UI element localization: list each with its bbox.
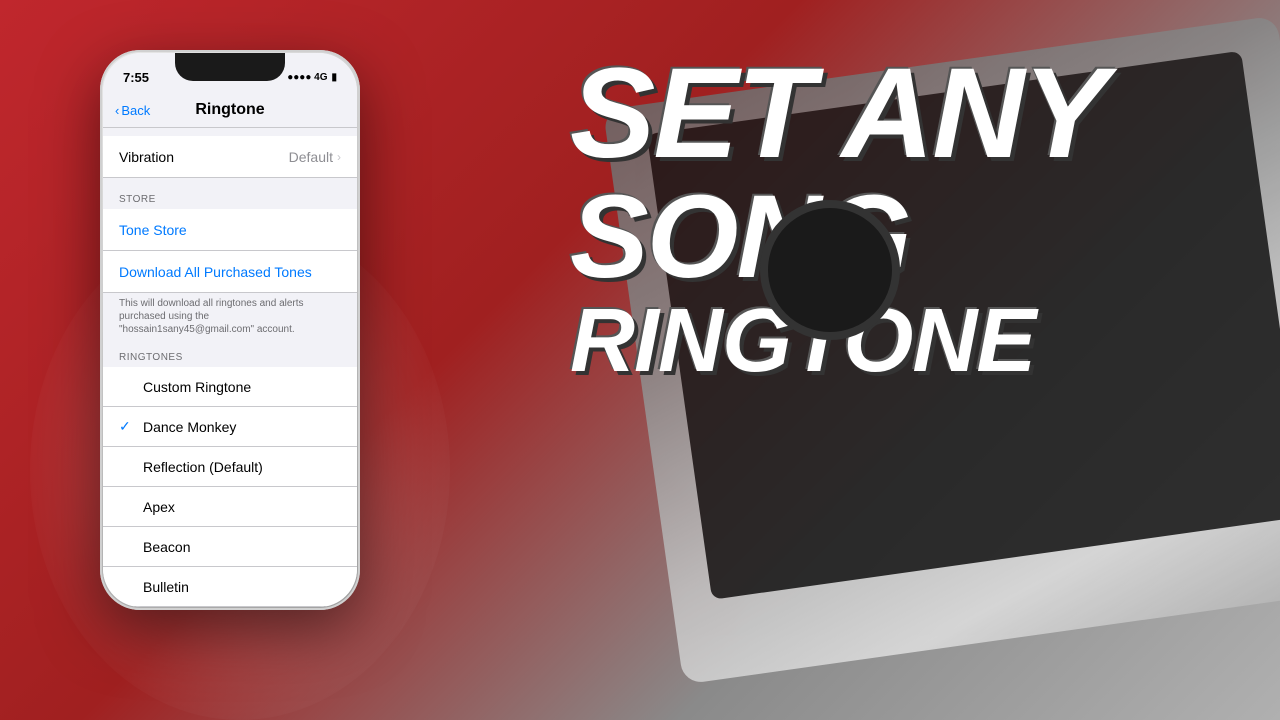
- ringtone-name: Reflection (Default): [143, 459, 341, 475]
- ringtones-section-header: RINGTONES: [103, 344, 357, 367]
- divider-space-2: [103, 178, 357, 186]
- tone-store-label: Tone Store: [119, 222, 187, 238]
- circle-decoration: [760, 200, 900, 340]
- divider-space-1: [103, 128, 357, 136]
- vibration-chevron-icon: ›: [337, 150, 341, 164]
- tone-store-row[interactable]: Tone Store: [103, 209, 357, 251]
- vibration-value: Default: [289, 149, 333, 165]
- vibration-label: Vibration: [119, 149, 289, 165]
- ringtone-list: Custom Ringtone ✓Dance Monkey Reflection (…: [103, 367, 357, 607]
- phone-notch: [175, 53, 285, 81]
- ringtone-row[interactable]: Custom Ringtone: [103, 367, 357, 407]
- ringtone-row[interactable]: Beacon: [103, 527, 357, 567]
- status-time: 7:55: [123, 70, 149, 85]
- ringtone-name: Apex: [143, 499, 341, 515]
- ringtone-row[interactable]: Apex: [103, 487, 357, 527]
- ringtone-name: Beacon: [143, 539, 341, 555]
- ringtone-name: Bulletin: [143, 579, 341, 595]
- vibration-row[interactable]: Vibration Default ›: [103, 136, 357, 178]
- ringtone-name: Custom Ringtone: [143, 379, 341, 395]
- back-chevron-icon: ‹: [115, 103, 119, 118]
- back-label: Back: [121, 103, 150, 118]
- back-button[interactable]: ‹ Back: [115, 103, 150, 118]
- nav-bar: ‹ Back Ringtone: [103, 93, 357, 128]
- signal-icon: ●●●● 4G: [287, 72, 327, 83]
- overlay-line-1: SET ANY: [570, 50, 1106, 178]
- phone-frame: 7:55 ●●●● 4G ▮ ‹ Back Ringtone Vibration…: [100, 50, 360, 610]
- phone-container: 7:55 ●●●● 4G ▮ ‹ Back Ringtone Vibration…: [60, 20, 400, 700]
- download-tones-label: Download All Purchased Tones: [119, 264, 312, 280]
- store-note: This will download all ringtones and ale…: [103, 293, 357, 344]
- ringtone-row[interactable]: ✓Dance Monkey: [103, 407, 357, 447]
- ringtone-row[interactable]: Reflection (Default): [103, 447, 357, 487]
- download-tones-row[interactable]: Download All Purchased Tones: [103, 251, 357, 293]
- ringtone-check-icon: ✓: [119, 418, 139, 435]
- ringtone-name: Dance Monkey: [143, 419, 341, 435]
- battery-icon: ▮: [331, 72, 337, 83]
- phone-screen: 7:55 ●●●● 4G ▮ ‹ Back Ringtone Vibration…: [103, 53, 357, 607]
- status-icons: ●●●● 4G ▮: [287, 72, 337, 83]
- page-title: Ringtone: [195, 101, 264, 119]
- overlay-text: SET ANY SONG RINGTONE: [530, 30, 1250, 406]
- store-section-header: STORE: [103, 186, 357, 209]
- ringtone-row[interactable]: Bulletin: [103, 567, 357, 607]
